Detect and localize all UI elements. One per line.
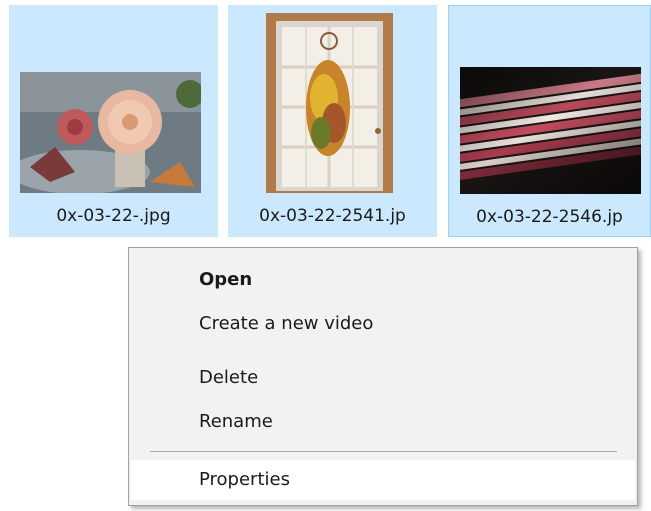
file-tile[interactable]: 0x-03-22-2546.jp g [448,5,651,263]
file-thumbnail-door-wreath [266,13,393,193]
file-name: 0x-03-22-.jpg [56,206,171,226]
file-tile[interactable]: 0x-03-22-.jpg [9,5,218,237]
menu-item-rename[interactable]: Rename [131,403,635,441]
file-thumbnail-striped-rug [460,67,641,194]
file-thumbnail-flowers [20,72,201,193]
menu-item-delete[interactable]: Delete [131,359,635,397]
file-name: 0x-03-22-2541.jp [259,206,406,226]
context-menu: Open Create a new video Delete Rename Pr… [128,247,638,506]
menu-item-create-video[interactable]: Create a new video [131,305,635,343]
menu-item-open[interactable]: Open [131,261,635,299]
menu-separator [150,451,617,452]
file-explorer-view: 0x-03-22-.jpg 0x-03-22-2541.jp 0x-03-22-… [0,0,651,511]
file-name: 0x-03-22-2546.jp [476,207,623,227]
file-tile[interactable]: 0x-03-22-2541.jp g [228,5,437,262]
menu-item-properties[interactable]: Properties [131,460,635,500]
